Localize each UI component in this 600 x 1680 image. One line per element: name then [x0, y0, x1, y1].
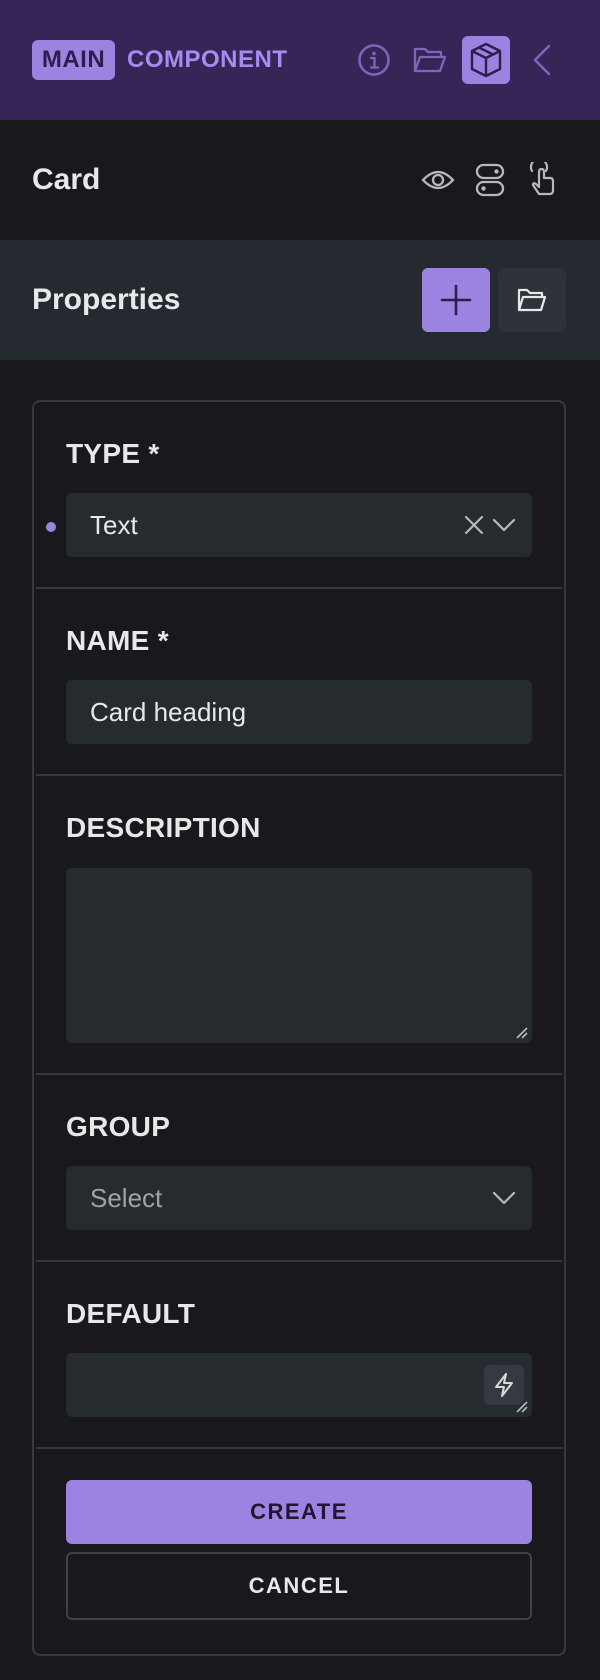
- pointer-icon[interactable]: [520, 158, 564, 202]
- plus-icon: [440, 284, 472, 316]
- divider: [36, 587, 562, 589]
- create-button[interactable]: CREATE: [66, 1480, 532, 1544]
- modified-indicator: [46, 522, 56, 532]
- layer-title: Card: [32, 163, 101, 196]
- chevron-left-icon[interactable]: [520, 38, 564, 82]
- eye-icon[interactable]: [416, 158, 460, 202]
- resize-handle-icon[interactable]: [514, 1399, 528, 1413]
- component-title: COMPONENT: [127, 46, 288, 73]
- chevron-down-icon: [492, 518, 516, 532]
- divider: [36, 774, 562, 776]
- chevron-down-icon: [492, 1191, 516, 1205]
- description-label: DESCRIPTION: [66, 812, 261, 843]
- info-icon[interactable]: [352, 38, 396, 82]
- divider: [36, 1073, 562, 1075]
- add-property-button[interactable]: [422, 268, 490, 332]
- cancel-button[interactable]: CANCEL: [66, 1552, 532, 1620]
- group-label: GROUP: [66, 1111, 171, 1142]
- divider: [36, 1260, 562, 1262]
- type-label: TYPE *: [66, 438, 160, 469]
- type-value: Text: [90, 510, 138, 540]
- folder-icon: [517, 288, 547, 312]
- default-input[interactable]: [66, 1353, 532, 1417]
- component-header: MAIN COMPONENT: [0, 0, 600, 120]
- description-textarea[interactable]: [66, 868, 532, 1043]
- cube-icon[interactable]: [462, 36, 510, 84]
- main-badge: MAIN: [32, 40, 115, 80]
- divider: [36, 1447, 562, 1449]
- name-input[interactable]: Card heading: [66, 680, 532, 744]
- clear-icon[interactable]: [464, 515, 484, 535]
- open-folder-button[interactable]: [498, 268, 566, 332]
- name-value: Card heading: [90, 697, 247, 727]
- group-placeholder: Select: [90, 1183, 163, 1213]
- folder-icon[interactable]: [408, 38, 452, 82]
- default-label: DEFAULT: [66, 1298, 196, 1329]
- toggle-icon[interactable]: [468, 158, 512, 202]
- properties-title: Properties: [32, 283, 181, 316]
- lightning-icon: [495, 1373, 513, 1397]
- group-select[interactable]: Select: [66, 1166, 532, 1230]
- resize-handle-icon[interactable]: [514, 1025, 528, 1039]
- name-label: NAME *: [66, 625, 169, 656]
- type-select[interactable]: Text: [66, 493, 532, 557]
